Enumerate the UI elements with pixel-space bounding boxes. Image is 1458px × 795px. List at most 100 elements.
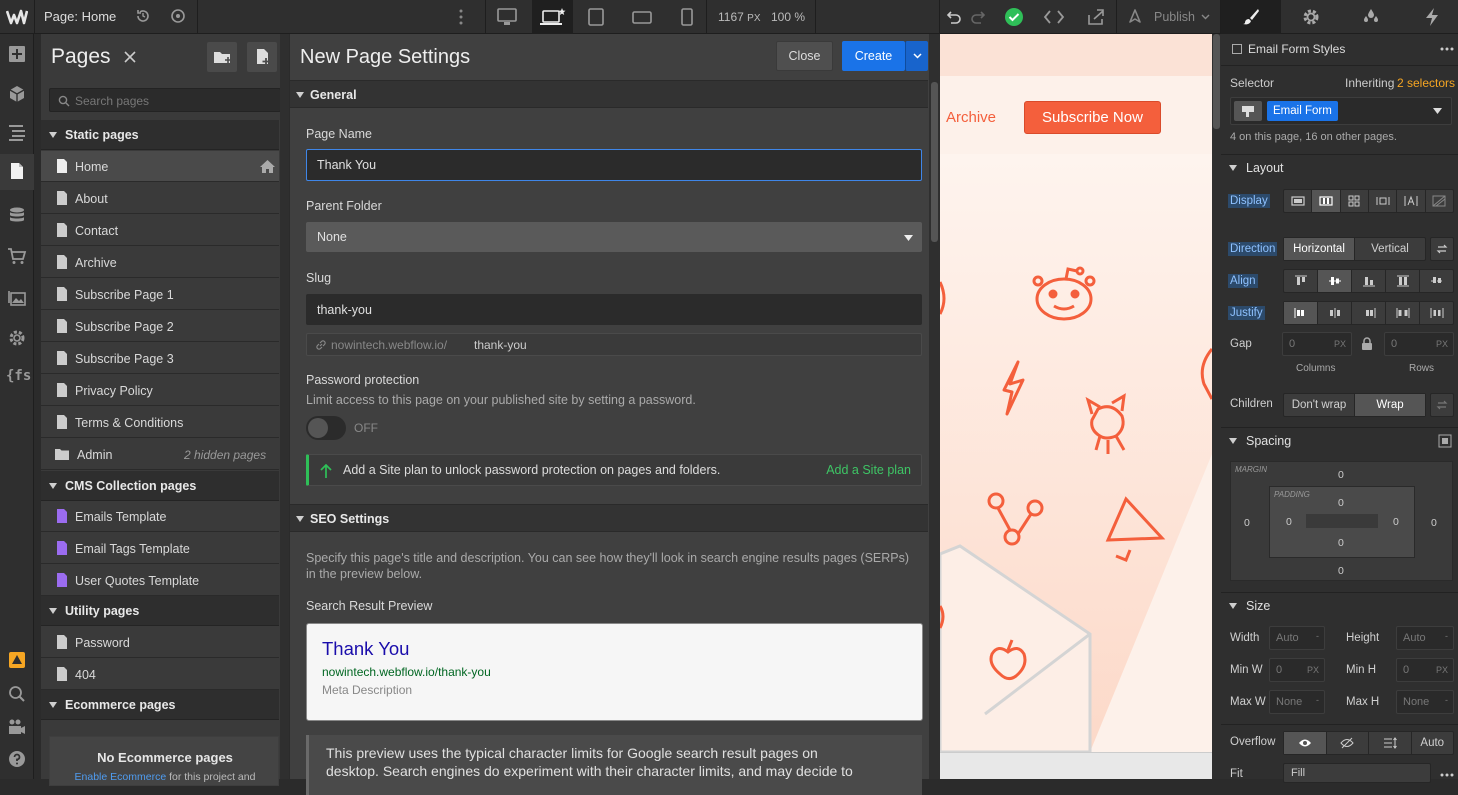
min-width-input[interactable]: 0 PX <box>1269 658 1325 682</box>
search-pages-field[interactable]: Search pages <box>49 88 281 112</box>
page-item-subscribe-2[interactable]: Subscribe Page 2 <box>41 311 279 342</box>
section-static-pages[interactable]: Static pages <box>41 120 279 150</box>
justify-space-around-button[interactable] <box>1420 302 1453 324</box>
padding-top-value[interactable]: 0 <box>1338 497 1344 509</box>
pages-icon[interactable] <box>7 161 27 181</box>
padding-left-value[interactable]: 0 <box>1286 516 1292 528</box>
fit-select[interactable]: Fill <box>1283 763 1431 783</box>
reverse-direction-button[interactable] <box>1430 237 1454 261</box>
align-end-button[interactable] <box>1352 270 1386 292</box>
direction-vertical[interactable]: Vertical <box>1355 238 1425 260</box>
settings-gear-icon[interactable] <box>7 328 27 348</box>
preview-eye-icon[interactable] <box>170 8 186 24</box>
page-name-input[interactable]: Thank You <box>306 149 922 181</box>
style-panel-tab[interactable] <box>1221 0 1281 34</box>
padding-bottom-value[interactable]: 0 <box>1338 537 1344 549</box>
wrap-reverse-button[interactable] <box>1430 393 1454 417</box>
video-tutorials-icon[interactable] <box>7 717 27 737</box>
section-ecommerce-pages[interactable]: Ecommerce pages <box>41 690 279 720</box>
page-item-archive[interactable]: Archive <box>41 247 279 278</box>
ecommerce-cart-icon[interactable] <box>7 246 27 266</box>
children-dont-wrap[interactable]: Don't wrap <box>1284 394 1355 416</box>
page-item-password[interactable]: Password <box>41 627 279 658</box>
element-checkbox[interactable] <box>1232 44 1242 54</box>
layout-section-header[interactable]: Layout <box>1221 154 1458 180</box>
cms-database-icon[interactable] <box>7 206 27 226</box>
gap-columns-input[interactable]: 0 PX <box>1282 332 1352 356</box>
selector-field[interactable]: Email Form <box>1230 97 1452 125</box>
close-button[interactable]: Close <box>776 41 833 71</box>
justify-space-between-button[interactable] <box>1386 302 1420 324</box>
overflow-scroll-button[interactable] <box>1369 732 1412 754</box>
webflow-logo-icon[interactable] <box>6 7 28 27</box>
selector-brush-button[interactable] <box>1234 101 1262 121</box>
margin-right-value[interactable]: 0 <box>1431 517 1437 529</box>
design-canvas[interactable]: Archive Subscribe Now <box>940 34 1212 779</box>
margin-box[interactable]: MARGIN 0 0 0 0 PADDING 0 0 0 0 <box>1230 461 1453 581</box>
display-flex-button[interactable] <box>1312 190 1341 212</box>
spacing-section-header[interactable]: Spacing <box>1221 427 1458 453</box>
page-item-subscribe-3[interactable]: Subscribe Page 3 <box>41 343 279 374</box>
finsweet-fs-icon[interactable]: {fs <box>6 368 31 384</box>
canvas-scrollbar-track[interactable] <box>1212 34 1221 779</box>
page-item-privacy-policy[interactable]: Privacy Policy <box>41 375 279 406</box>
margin-bottom-value[interactable]: 0 <box>1338 565 1344 577</box>
align-center-button[interactable] <box>1318 270 1352 292</box>
mobile-portrait-icon[interactable] <box>677 7 697 27</box>
page-item-home[interactable]: Home <box>41 151 279 182</box>
new-folder-button[interactable] <box>207 42 237 72</box>
add-element-icon[interactable] <box>7 44 27 64</box>
min-height-input[interactable]: 0 PX <box>1396 658 1454 682</box>
page-item-terms[interactable]: Terms & Conditions <box>41 407 279 438</box>
redo-icon[interactable] <box>969 8 987 26</box>
password-toggle[interactable] <box>306 416 346 440</box>
justify-center-button[interactable] <box>1318 302 1352 324</box>
general-section-header[interactable]: General <box>290 80 928 108</box>
lock-icon[interactable] <box>1361 337 1373 351</box>
margin-top-value[interactable]: 0 <box>1338 469 1344 481</box>
inheriting-selectors-link[interactable]: 2 selectors <box>1397 76 1455 90</box>
section-cms-pages[interactable]: CMS Collection pages <box>41 471 279 501</box>
style-manager-drops-icon[interactable] <box>1361 7 1381 27</box>
canvas-subscribe-button[interactable]: Subscribe Now <box>1024 101 1161 134</box>
create-options-dropdown[interactable] <box>905 41 928 71</box>
page-item-about[interactable]: About <box>41 183 279 214</box>
undo-icon[interactable] <box>945 8 963 26</box>
warning-badge-icon[interactable] <box>7 650 27 670</box>
display-none-button[interactable] <box>1426 190 1453 212</box>
margin-left-value[interactable]: 0 <box>1244 517 1250 529</box>
children-wrap[interactable]: Wrap <box>1355 394 1425 416</box>
align-start-button[interactable] <box>1284 270 1318 292</box>
display-inline-block-button[interactable] <box>1369 190 1398 212</box>
current-page-indicator[interactable]: Page: Home <box>44 9 116 24</box>
tablet-breakpoint-icon[interactable] <box>586 7 606 27</box>
gap-rows-input[interactable]: 0 PX <box>1384 332 1454 356</box>
justify-end-button[interactable] <box>1352 302 1386 324</box>
history-icon[interactable] <box>135 8 151 24</box>
page-item-404[interactable]: 404 <box>41 659 279 690</box>
size-section-header[interactable]: Size <box>1221 592 1458 618</box>
site-status-check-icon[interactable] <box>1004 7 1024 27</box>
more-options-icon[interactable] <box>458 8 464 26</box>
settings-scrollbar-track[interactable] <box>929 34 940 779</box>
slug-input[interactable]: thank-you <box>306 294 922 325</box>
section-utility-pages[interactable]: Utility pages <box>41 596 279 626</box>
add-site-plan-link[interactable]: Add a Site plan <box>826 463 911 477</box>
overflow-hidden-button[interactable] <box>1327 732 1369 754</box>
create-button[interactable]: Create <box>842 41 905 71</box>
search-icon[interactable] <box>7 684 27 704</box>
overflow-visible-button[interactable] <box>1284 732 1327 754</box>
more-horizontal-icon[interactable] <box>1440 773 1454 777</box>
canvas-nav-archive[interactable]: Archive <box>946 109 996 126</box>
base-breakpoint-button[interactable] <box>532 0 573 34</box>
page-item-contact[interactable]: Contact <box>41 215 279 246</box>
padding-right-value[interactable]: 0 <box>1393 516 1399 528</box>
assets-images-icon[interactable] <box>7 288 27 308</box>
width-input[interactable]: Auto - <box>1269 626 1325 650</box>
direction-horizontal[interactable]: Horizontal <box>1284 238 1355 260</box>
page-item-user-quotes-template[interactable]: User Quotes Template <box>41 565 279 596</box>
mobile-landscape-icon[interactable] <box>631 7 653 27</box>
code-export-icon[interactable] <box>1042 7 1066 27</box>
justify-start-button[interactable] <box>1284 302 1318 324</box>
more-horizontal-icon[interactable] <box>1440 47 1454 51</box>
